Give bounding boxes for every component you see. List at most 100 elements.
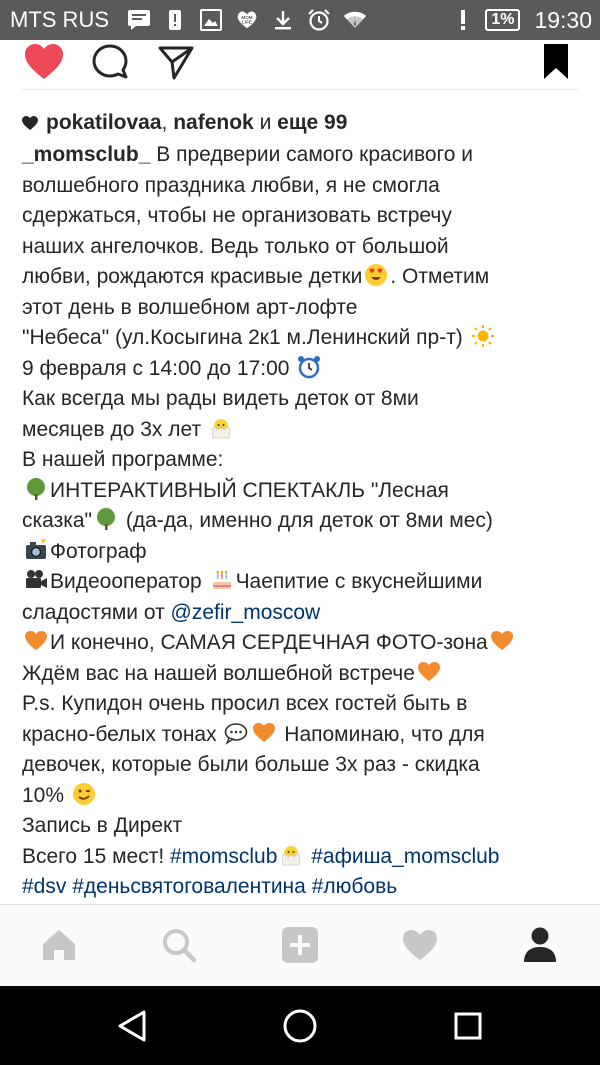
system-home-button[interactable] bbox=[278, 1004, 322, 1048]
birthday-cake-emoji-icon bbox=[212, 570, 231, 589]
status-bar: MTS RUS MOM LIFE 1% 19:30 bbox=[0, 0, 600, 40]
caption-text: месяцев до 3х лет bbox=[22, 417, 207, 441]
tree-emoji-icon bbox=[27, 477, 45, 500]
likes-more-link[interactable]: еще 99 bbox=[277, 108, 347, 138]
orange-heart-emoji-icon bbox=[25, 631, 47, 650]
caption-text: (да-да, именно для деток от 8ми мес) bbox=[120, 509, 493, 532]
caption-text: Видеооператор bbox=[50, 570, 208, 593]
hatching-chick-emoji-icon bbox=[211, 418, 231, 438]
alarm-icon bbox=[307, 8, 331, 32]
hatching-chick-emoji-icon bbox=[281, 845, 301, 865]
recent-apps-square-icon bbox=[454, 1012, 482, 1040]
like-button[interactable] bbox=[22, 40, 66, 84]
sim-alert-icon bbox=[451, 8, 475, 32]
caption-text: сдержаться, чтобы не организовать встреч… bbox=[22, 204, 452, 227]
alert-icon bbox=[163, 8, 187, 32]
home-icon bbox=[43, 930, 75, 960]
add-post-tab[interactable] bbox=[278, 923, 322, 967]
caption-text: сказка" bbox=[22, 509, 93, 532]
liker-username[interactable]: pokatilovaa bbox=[46, 108, 162, 138]
carrier-name: MTS RUS bbox=[10, 7, 109, 32]
divider bbox=[22, 89, 578, 90]
bottom-tab-bar bbox=[0, 904, 600, 986]
back-triangle-icon bbox=[118, 1010, 146, 1042]
caption-text: В нашей программе: bbox=[22, 448, 224, 471]
likes-and: и bbox=[253, 111, 278, 134]
activity-tab[interactable] bbox=[398, 923, 442, 967]
caption-text: наших ангелочков. Ведь только от большой bbox=[22, 234, 449, 258]
profile-icon bbox=[524, 927, 556, 962]
post-caption: _momsclub_ В предверии самого красивого … bbox=[22, 140, 592, 903]
hashtag-link[interactable]: #афиша_momsclub bbox=[311, 845, 499, 868]
camera-flash-emoji-icon bbox=[26, 538, 46, 559]
home-tab[interactable] bbox=[37, 923, 81, 967]
home-circle-icon bbox=[283, 1009, 317, 1043]
caption-text: В предверии самого красивого и bbox=[150, 143, 473, 166]
system-back-button[interactable] bbox=[110, 1004, 154, 1048]
profile-tab[interactable] bbox=[518, 923, 562, 967]
caption-text: Запись в Директ bbox=[22, 814, 183, 837]
search-icon bbox=[163, 929, 197, 963]
caption-text: сладостями от bbox=[22, 600, 171, 624]
caption-text: красно-белых тонах bbox=[22, 722, 223, 746]
winking-face-emoji-icon bbox=[72, 782, 95, 805]
movie-camera-emoji-icon bbox=[26, 570, 47, 588]
tree-emoji-icon bbox=[97, 508, 116, 530]
caption-text: "Небеса" (ул.Косыгина 2к1 м.Ленинский пр… bbox=[22, 326, 469, 349]
post-action-row bbox=[0, 40, 600, 90]
search-tab[interactable] bbox=[157, 923, 201, 967]
liker-username[interactable]: nafenok bbox=[173, 108, 254, 138]
mention-link[interactable]: @zefir_moscow bbox=[171, 601, 321, 624]
heart-small-icon bbox=[22, 115, 38, 131]
caption-text: ИНТЕРАКТИВНЫЙ СПЕКТАКЛЬ "Лесная bbox=[50, 478, 449, 502]
caption-text: этот день в волшебном арт-лофте bbox=[22, 295, 358, 319]
caption-text: Ждём вас на нашей волшебной встрече bbox=[22, 661, 415, 685]
clock: 19:30 bbox=[534, 6, 592, 33]
status-right: 1% 19:30 bbox=[451, 7, 592, 34]
caption-text: Как всегда мы рады видеть деток от 8ми bbox=[22, 387, 419, 410]
battery-level: 1% bbox=[491, 11, 515, 28]
hashtag-link[interactable]: #деньсвятоговалентина bbox=[72, 875, 306, 898]
bookmark-filled-icon bbox=[544, 44, 568, 79]
likes-summary[interactable]: pokatilovaa , nafenok и еще 99 bbox=[22, 108, 347, 138]
share-button[interactable] bbox=[154, 40, 198, 84]
caption-text: Фотограф bbox=[50, 539, 147, 563]
send-icon bbox=[158, 46, 194, 80]
caption-text: И конечно, САМАЯ СЕРДЕЧНАЯ ФОТО-зона bbox=[50, 631, 488, 654]
orange-heart-emoji-icon bbox=[417, 661, 440, 681]
save-button[interactable] bbox=[536, 40, 576, 84]
orange-heart-emoji-icon bbox=[490, 631, 513, 650]
alarm-clock-emoji-icon bbox=[298, 355, 321, 378]
momlife-app-icon: MOM LIFE bbox=[235, 8, 259, 32]
svg-text:LIFE: LIFE bbox=[242, 20, 252, 25]
orange-heart-emoji-icon bbox=[253, 722, 276, 742]
comment-icon bbox=[92, 44, 128, 79]
system-recent-apps-button[interactable] bbox=[446, 1004, 490, 1048]
download-icon bbox=[271, 8, 295, 32]
hashtag-link[interactable]: #любовь bbox=[312, 875, 398, 898]
heart-eyes-emoji-icon bbox=[365, 264, 388, 286]
battery-indicator: 1% bbox=[485, 9, 521, 31]
speech-bubble-emoji-icon bbox=[225, 722, 248, 745]
likes-separator: , bbox=[161, 111, 174, 134]
comment-button[interactable] bbox=[88, 40, 132, 84]
image-icon bbox=[199, 8, 223, 32]
caption-text: P.s. Купидон очень просил всех гостей бы… bbox=[22, 692, 468, 715]
heart-icon bbox=[403, 930, 437, 960]
caption-text: 10% bbox=[22, 783, 70, 807]
system-navigation-bar bbox=[0, 986, 600, 1065]
caption-text: волшебного праздника любви, я не смогла bbox=[22, 173, 440, 197]
wifi-icon bbox=[343, 8, 367, 32]
caption-text: Чаепитие с вкуснейшими bbox=[235, 570, 483, 593]
sun-emoji-icon bbox=[471, 325, 494, 347]
add-post-icon bbox=[282, 927, 318, 963]
caption-text: Напоминаю, что для bbox=[278, 722, 485, 746]
hashtag-link[interactable]: #momsclub bbox=[170, 845, 277, 868]
caption-text: любви, рождаются красивые детки bbox=[22, 265, 363, 288]
message-icon bbox=[127, 8, 151, 32]
notification-icons: MOM LIFE bbox=[127, 8, 367, 32]
caption-text: девочек, которые были больше 3х раз - ск… bbox=[22, 753, 480, 776]
heart-filled-icon bbox=[25, 44, 63, 79]
hashtag-link[interactable]: #dsv bbox=[22, 875, 66, 898]
author-username[interactable]: _momsclub_ bbox=[22, 143, 150, 166]
